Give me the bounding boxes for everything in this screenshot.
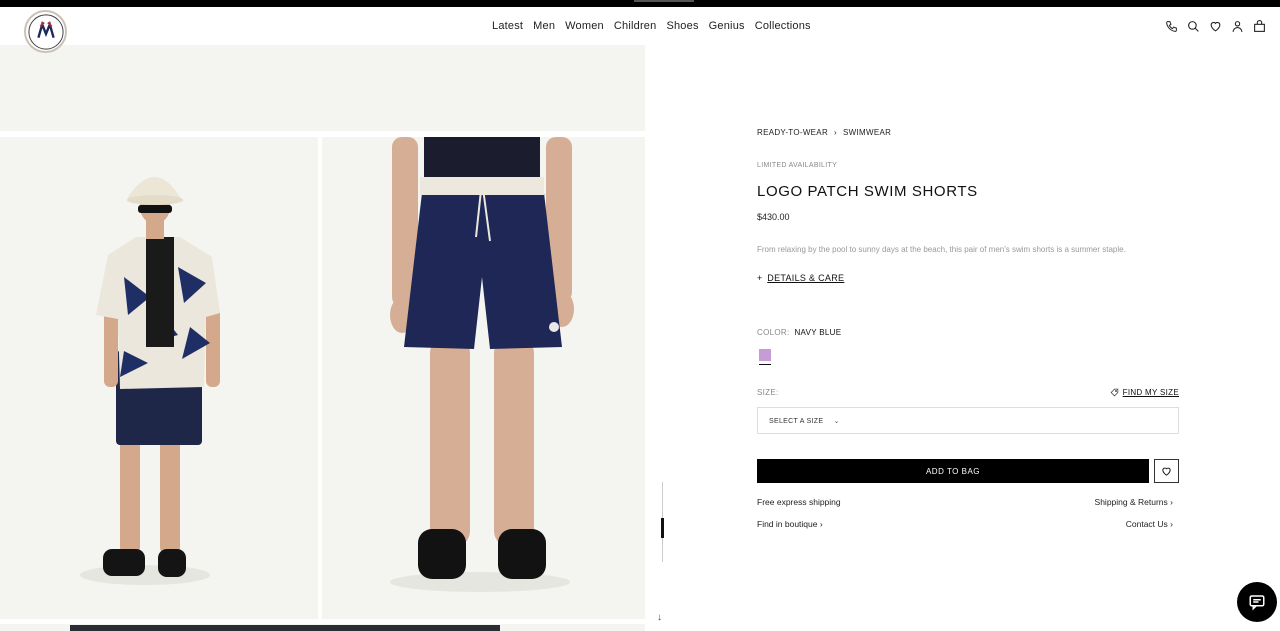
product-gallery [0, 45, 645, 631]
breadcrumb-chevron-icon: › [834, 128, 837, 137]
breadcrumb: READY-TO-WEAR › SWIMWEAR [757, 128, 891, 137]
find-my-size-link[interactable]: FIND MY SIZE [1110, 388, 1179, 397]
gallery-image-detail[interactable] [322, 137, 645, 619]
color-swatch[interactable] [759, 349, 771, 361]
breadcrumb-swimwear[interactable]: SWIMWEAR [843, 128, 891, 137]
color-value: NAVY BLUE [794, 328, 842, 337]
free-express-shipping-link[interactable]: Free express shipping [757, 497, 841, 507]
contact-us-label: Contact Us [1125, 519, 1168, 529]
top-bar [0, 0, 1280, 7]
site-header: Latest Men Women Children Shoes Genius C… [0, 7, 1280, 45]
details-care-toggle[interactable]: + DETAILS & CARE [757, 273, 844, 283]
chevron-right-icon: › [1170, 519, 1173, 529]
main-nav: Latest Men Women Children Shoes Genius C… [492, 20, 811, 32]
header-icons [1165, 20, 1266, 33]
find-in-boutique-label: Find in boutique [757, 519, 818, 529]
chevron-right-icon: › [1170, 497, 1173, 507]
user-icon[interactable] [1231, 20, 1244, 33]
size-label: SIZE: [757, 388, 779, 397]
nav-item-genius[interactable]: Genius [709, 20, 745, 32]
nav-item-latest[interactable]: Latest [492, 20, 523, 32]
shipping-returns-link[interactable]: Shipping & Returns › [1095, 497, 1173, 507]
gallery-image-top[interactable] [0, 45, 645, 131]
scroll-down-chevron-icon[interactable]: ↓ [657, 612, 662, 623]
heart-icon[interactable] [1209, 20, 1222, 33]
product-description: From relaxing by the pool to sunny days … [757, 245, 1126, 254]
product-title: LOGO PATCH SWIM SHORTS [757, 183, 978, 200]
chevron-right-icon: › [819, 519, 823, 529]
add-to-wishlist-button[interactable] [1154, 459, 1179, 483]
add-to-bag-button[interactable]: ADD TO BAG [757, 459, 1149, 483]
color-label: COLOR: [757, 328, 790, 337]
free-express-shipping-label: Free express shipping [757, 497, 841, 507]
gallery-image-bottom[interactable] [0, 624, 645, 631]
breadcrumb-ready-to-wear[interactable]: READY-TO-WEAR [757, 128, 828, 137]
nav-item-collections[interactable]: Collections [755, 20, 811, 32]
plus-icon: + [757, 273, 763, 283]
product-price: $430.00 [757, 212, 790, 222]
nav-item-children[interactable]: Children [614, 20, 657, 32]
bag-icon[interactable] [1253, 20, 1266, 33]
brand-logo[interactable] [24, 10, 67, 53]
search-icon[interactable] [1187, 20, 1200, 33]
size-select-placeholder: SELECT A SIZE [769, 418, 824, 425]
chevron-down-icon: ⌄ [833, 418, 840, 425]
availability-label: LIMITED AVAILABILITY [757, 162, 838, 169]
nav-item-women[interactable]: Women [565, 20, 604, 32]
top-bar-indicator [634, 0, 694, 2]
find-in-boutique-link[interactable]: Find in boutique › [757, 519, 823, 529]
shipping-returns-label: Shipping & Returns [1094, 497, 1168, 507]
gallery-image-full-look[interactable] [0, 137, 318, 619]
gallery-image-bottom-preview [70, 625, 500, 631]
nav-item-men[interactable]: Men [533, 20, 555, 32]
contact-us-link[interactable]: Contact Us › [1126, 519, 1173, 529]
heart-icon [1162, 467, 1171, 476]
tag-icon [1110, 388, 1118, 397]
size-select[interactable]: SELECT A SIZE ⌄ [757, 407, 1179, 434]
chat-icon [1249, 595, 1265, 611]
swatch-selected-underline [759, 364, 771, 365]
find-my-size-label: FIND MY SIZE [1122, 388, 1179, 397]
details-care-label: DETAILS & CARE [767, 273, 845, 283]
nav-item-shoes[interactable]: Shoes [666, 20, 698, 32]
gallery-scrollbar-thumb[interactable] [661, 518, 664, 538]
chat-button[interactable] [1237, 582, 1277, 622]
phone-icon[interactable] [1165, 20, 1178, 33]
color-row: COLOR: NAVY BLUE [757, 328, 841, 337]
